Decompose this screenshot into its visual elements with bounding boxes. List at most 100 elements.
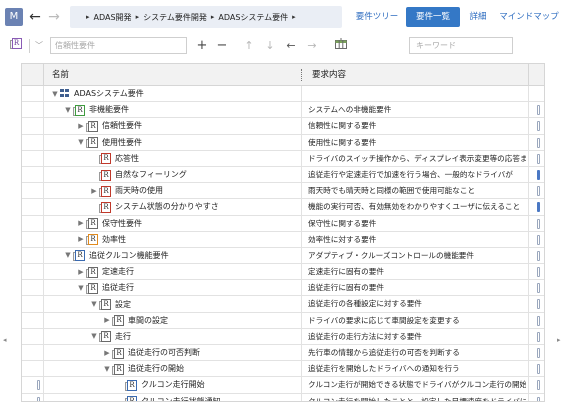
collapse-icon[interactable]: ▼ — [89, 300, 99, 308]
back-icon[interactable]: ← — [27, 7, 43, 27]
requirement-type-icon[interactable]: R — [9, 37, 23, 55]
row-marker-right[interactable] — [537, 348, 540, 358]
row-marker-right[interactable] — [537, 380, 540, 391]
forward-icon[interactable]: → — [46, 7, 62, 27]
tree-node[interactable]: ▶ R 定速走行 — [76, 264, 134, 279]
tree-node[interactable]: ▼ R 走行 — [89, 329, 131, 344]
collapse-icon[interactable]: ▼ — [89, 332, 99, 340]
row-marker-right[interactable] — [537, 234, 540, 245]
column-header-name[interactable]: 名前 — [52, 64, 69, 86]
tree-node[interactable]: R 応答性 — [89, 151, 139, 166]
collapse-icon[interactable]: ▼ — [102, 365, 112, 373]
row-marker-left[interactable] — [37, 380, 40, 391]
table-row[interactable]: R クルコン走行状態通知 クルコン走行を開始したことと、設定した目標速度をドライバに… — [22, 393, 544, 401]
row-marker-right[interactable] — [537, 169, 540, 180]
table-row[interactable]: ▼ R 非機能要件 システムへの非機能要件 — [22, 102, 544, 119]
collapse-icon[interactable]: ▼ — [50, 90, 60, 98]
row-marker-right[interactable] — [537, 299, 540, 310]
tab-requirement-list[interactable]: 要件一覧 — [406, 7, 460, 27]
collapse-icon[interactable]: ▼ — [63, 251, 73, 259]
table-row[interactable]: R システム状態の分かりやすさ 機能の実行可否、有効無効をわかりやすくユーザに伝える… — [22, 199, 544, 216]
row-marker-right[interactable] — [537, 331, 540, 342]
expand-icon[interactable]: ▶ — [76, 268, 86, 276]
row-marker-right[interactable] — [537, 364, 540, 375]
table-row[interactable]: ▶ R 定速走行 定速走行に固有の要件 — [22, 264, 544, 281]
remove-icon[interactable]: − — [215, 37, 229, 55]
row-marker-right[interactable] — [537, 315, 540, 326]
column-resize-handle[interactable] — [301, 69, 302, 81]
expand-icon[interactable]: ▶ — [76, 219, 86, 227]
filter-input[interactable] — [50, 37, 187, 54]
tree-node[interactable]: ▼ R 追従走行の開始 — [102, 361, 184, 376]
tree-node[interactable]: ▶ R 信頼性要件 — [76, 118, 142, 133]
expand-icon[interactable]: ▶ — [102, 316, 112, 324]
table-row[interactable]: ▼ R 走行 追従走行の走行方法に対する要件 — [22, 328, 544, 345]
expand-icon[interactable]: ▶ — [76, 235, 86, 243]
row-marker-right[interactable] — [537, 250, 540, 261]
tree-node[interactable]: ▶ R 効率性 — [76, 232, 126, 247]
column-header-requirement[interactable]: 要求内容 — [312, 64, 346, 86]
filter-dropdown-icon[interactable]: ﹀ — [33, 37, 45, 55]
outdent-icon[interactable]: ← — [284, 37, 298, 55]
tab-detail[interactable]: 詳細 — [464, 7, 492, 27]
tree-node[interactable]: ▼ R 設定 — [89, 296, 131, 311]
table-row[interactable]: ▶ R 保守性要件 保守性に関する要件 — [22, 215, 544, 232]
row-marker-right[interactable] — [537, 186, 540, 197]
row-marker-right[interactable] — [537, 396, 540, 401]
tree-node[interactable]: R クルコン走行開始 — [115, 377, 205, 392]
row-marker-right[interactable] — [537, 137, 540, 148]
collapse-icon[interactable]: ▼ — [76, 138, 86, 146]
breadcrumb-item-3[interactable]: ▸ ADASシステム要件 ▸ — [207, 12, 300, 23]
table-row[interactable]: ▼ R 追従走行の開始 追従走行を開始したドライバへの通知を行う — [22, 361, 544, 378]
keyword-search-input[interactable] — [409, 37, 513, 54]
table-row[interactable]: ▶ R 車間の設定 ドライバの要求に応じて車間設定を変更する — [22, 312, 544, 329]
tree-node[interactable]: ▼ R 追従走行 — [76, 280, 134, 295]
row-marker-right[interactable] — [537, 283, 540, 294]
table-row[interactable]: ▶ R 効率性 効率性に対する要件 — [22, 231, 544, 248]
row-marker-right[interactable] — [537, 153, 540, 164]
tree-node[interactable]: ▼ R 追従クルコン機能要件 — [63, 248, 169, 263]
right-collapse-icon[interactable]: ▸ — [557, 336, 561, 344]
tree-node[interactable]: ▶ R 雨天時の使用 — [89, 183, 163, 198]
tree-node[interactable]: R クルコン走行状態通知 — [115, 394, 221, 401]
row-marker-right[interactable] — [537, 121, 540, 132]
table-row[interactable]: R 自然なフィーリング 追従走行や定速走行で加速を行う場合、一般的なドライバが — [22, 166, 544, 184]
tree-node[interactable]: R システム状態の分かりやすさ — [89, 199, 219, 214]
left-collapse-icon[interactable]: ◂ — [3, 336, 7, 344]
expand-icon[interactable]: ▶ — [89, 187, 99, 195]
tab-mindmap[interactable]: マインドマップ — [498, 7, 560, 27]
add-icon[interactable]: + — [195, 37, 209, 55]
tree-node[interactable]: ▼ R 非機能要件 — [63, 102, 129, 117]
row-marker-left[interactable] — [37, 396, 40, 401]
table-columns-icon[interactable] — [334, 37, 348, 55]
table-row[interactable]: ▼ R 追従走行 追従走行に固有の要件 — [22, 280, 544, 297]
table-row[interactable]: ▶ R 追従走行の可否判断 先行車の情報から追従走行の可否を判断する — [22, 345, 544, 362]
table-row[interactable]: ▶ R 雨天時の使用 雨天時でも晴天時と同様の範囲で使用可能なこと — [22, 183, 544, 200]
move-up-icon[interactable]: ↑ — [242, 37, 256, 55]
tab-requirement-tree[interactable]: 要件ツリー — [352, 7, 402, 27]
breadcrumb-item-2[interactable]: ▸ システム要件開発 — [132, 12, 207, 23]
row-marker-right[interactable] — [537, 202, 540, 213]
expand-icon[interactable]: ▶ — [102, 349, 112, 357]
row-marker-right[interactable] — [537, 267, 540, 278]
tree-node[interactable]: R 自然なフィーリング — [89, 167, 187, 182]
app-logo-button[interactable]: M — [5, 8, 23, 26]
table-row[interactable]: R 応答性 ドライバのスイッチ操作から、ディスプレイ表示変更等の応答まで5 — [22, 150, 544, 167]
table-row[interactable]: R クルコン走行開始 クルコン走行が開始できる状態でドライバがクルコン走行の開始を — [22, 377, 544, 394]
table-row[interactable]: ▼ R 使用性要件 使用性に関する要件 — [22, 134, 544, 151]
table-row[interactable]: ▼ ADASシステム要件 — [22, 86, 544, 103]
indent-icon[interactable]: → — [305, 37, 319, 55]
breadcrumb-item-1[interactable]: ▸ ADAS開発 — [82, 12, 132, 23]
collapse-icon[interactable]: ▼ — [76, 284, 86, 292]
table-row[interactable]: ▼ R 設定 追従走行の各種設定に対する要件 — [22, 296, 544, 313]
table-row[interactable]: ▼ R 追従クルコン機能要件 アダプティブ・クルーズコントロールの機能要件 — [22, 247, 544, 265]
move-down-icon[interactable]: ↓ — [263, 37, 277, 55]
tree-node[interactable]: ▶ R 車間の設定 — [102, 313, 168, 328]
tree-node[interactable]: ▶ R 追従走行の可否判断 — [102, 345, 200, 360]
tree-node[interactable]: ▼ R 使用性要件 — [76, 135, 142, 150]
tree-node[interactable]: ▼ ADASシステム要件 — [50, 86, 144, 101]
collapse-icon[interactable]: ▼ — [63, 106, 73, 114]
expand-icon[interactable]: ▶ — [76, 122, 86, 130]
table-row[interactable]: ▶ R 信頼性要件 信頼性に関する要件 — [22, 118, 544, 135]
row-marker-right[interactable] — [537, 218, 540, 229]
